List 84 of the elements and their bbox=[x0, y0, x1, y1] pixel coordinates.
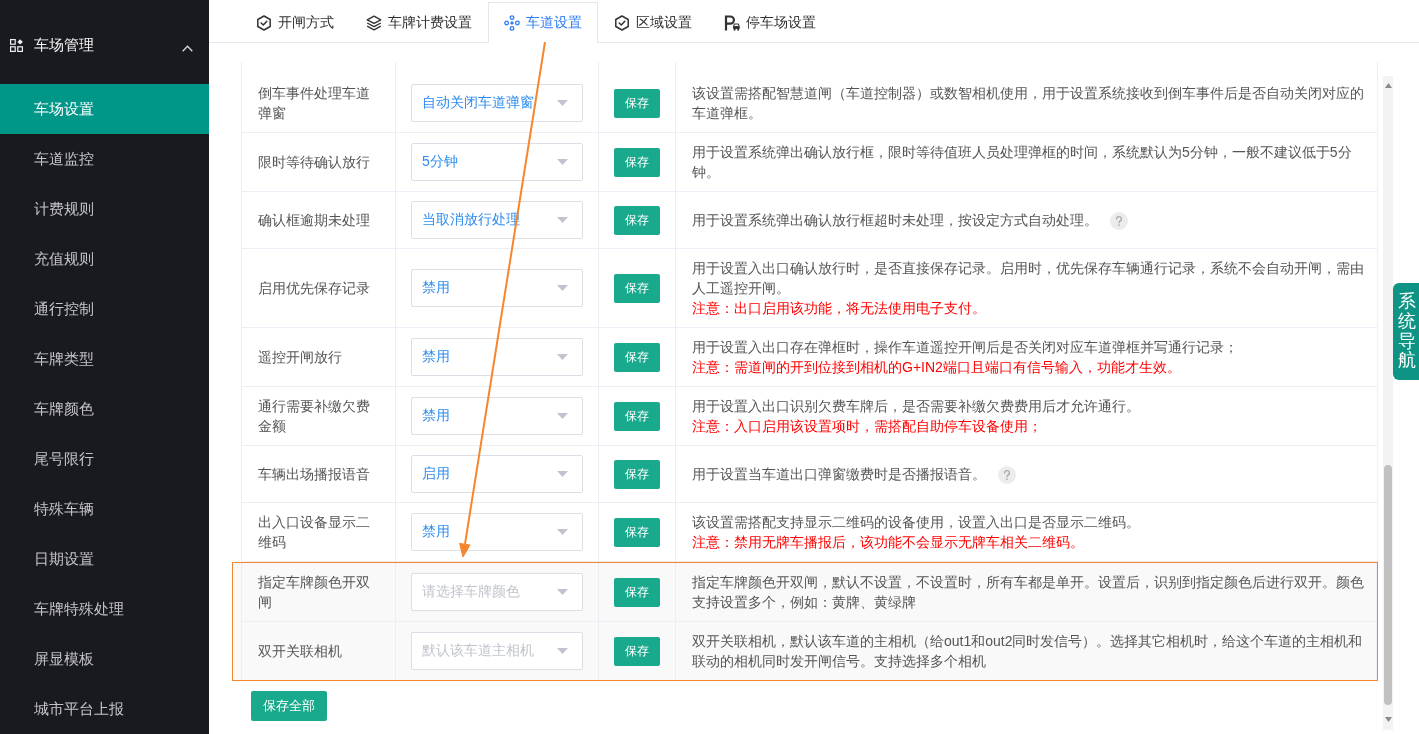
sidebar-group-header[interactable]: 车场管理 bbox=[0, 0, 209, 84]
select-field[interactable]: 禁用 bbox=[411, 397, 583, 435]
nodes-icon bbox=[504, 15, 520, 31]
setting-label: 限时等待确认放行 bbox=[258, 153, 370, 172]
hexagon-check-icon bbox=[614, 14, 630, 31]
select-field[interactable]: 禁用 bbox=[411, 513, 583, 551]
warning-note: 注意：出口启用该功能，将无法使用电子支付。 bbox=[692, 299, 987, 318]
setting-description: 用于设置入出口存在弹框时，操作车道遥控开闸后是否关闭对应车道弹框并写通行记录； bbox=[692, 339, 1238, 355]
save-button[interactable]: 保存 bbox=[614, 205, 660, 235]
setting-label: 遥控开闸放行 bbox=[258, 348, 342, 367]
save-button[interactable]: 保存 bbox=[614, 517, 660, 547]
setting-label: 启用优先保存记录 bbox=[258, 279, 370, 298]
setting-description: 该设置需搭配智慧道闸（车道控制器）或数智相机使用，用于设置系统接收到倒车事件后是否自动关闭对应的车道弹框。 bbox=[692, 85, 1364, 121]
sidebar-item[interactable]: 屏显模板 bbox=[0, 634, 209, 684]
tab[interactable]: 车道设置 bbox=[488, 2, 598, 43]
select-field[interactable]: 5分钟 bbox=[411, 143, 583, 181]
caret-down-icon bbox=[557, 159, 568, 165]
sidebar-item[interactable]: 车牌类型 bbox=[0, 334, 209, 384]
setting-description: 用于设置入出口确认放行时，是否直接保存记录。启用时，优先保存车辆通行记录，系统不会自动开闸，需由人工遥控开闸。 bbox=[692, 260, 1364, 296]
sidebar-item[interactable]: 尾号限行 bbox=[0, 434, 209, 484]
save-button[interactable]: 保存 bbox=[614, 273, 660, 303]
save-button[interactable]: 保存 bbox=[614, 88, 660, 118]
sidebar-item[interactable]: 车场设置 bbox=[0, 84, 209, 134]
sidebar-item[interactable]: 通行控制 bbox=[0, 284, 209, 334]
sidebar-item[interactable]: 计费规则 bbox=[0, 184, 209, 234]
save-button[interactable]: 保存 bbox=[614, 459, 660, 489]
select-field[interactable]: 启用 bbox=[411, 455, 583, 493]
save-button[interactable]: 保存 bbox=[614, 636, 660, 666]
sidebar-item[interactable]: 日期设置 bbox=[0, 534, 209, 584]
select-field[interactable]: 禁用 bbox=[411, 338, 583, 376]
caret-down-icon bbox=[557, 285, 568, 291]
caret-down-icon bbox=[557, 529, 568, 535]
grid-icon bbox=[10, 38, 23, 52]
setting-label: 通行需要补缴欠费金额 bbox=[258, 397, 371, 436]
side-nav-tab[interactable]: 系统导航 bbox=[1393, 283, 1419, 380]
warning-note: 注意：入口启用该设置项时，需搭配自助停车设备使用； bbox=[692, 417, 1043, 436]
sidebar-item[interactable]: 充值规则 bbox=[0, 234, 209, 284]
caret-down-icon bbox=[557, 648, 568, 654]
caret-down-icon bbox=[557, 354, 568, 360]
setting-description: 用于设置当车道出口弹窗缴费时是否播报语音。 bbox=[692, 465, 986, 482]
save-button[interactable]: 保存 bbox=[614, 342, 660, 372]
scroll-up-icon[interactable] bbox=[1384, 83, 1392, 88]
scrollbar-thumb[interactable] bbox=[1384, 465, 1392, 705]
scroll-down-icon[interactable] bbox=[1384, 717, 1392, 722]
save-button[interactable]: 保存 bbox=[614, 147, 660, 177]
save-button[interactable]: 保存 bbox=[614, 401, 660, 431]
tab[interactable]: 停车场设置 bbox=[708, 2, 832, 42]
setting-label: 倒车事件处理车道弹窗 bbox=[258, 84, 371, 123]
warning-note: 注意：禁用无牌车播报后，该功能不会显示无牌车相关二维码。 bbox=[692, 533, 1085, 552]
caret-down-icon bbox=[557, 100, 568, 106]
setting-description: 双开关联相机，默认该车道的主相机（给out1和out2同时发信号）。选择其它相机时，给这个车道的主相机和联动的相机同时发开闸信号。支持选择多个相机 bbox=[692, 633, 1363, 669]
sidebar-item[interactable]: 特殊车辆 bbox=[0, 484, 209, 534]
select-field[interactable]: 自动关闭车道弹窗 bbox=[411, 84, 583, 122]
save-button[interactable]: 保存 bbox=[614, 577, 660, 607]
tab[interactable]: 车牌计费设置 bbox=[350, 2, 488, 42]
setting-description: 用于设置系统弹出确认放行框，限时等待值班人员处理弹框的时间，系统默认为5分钟，一般不建议低于5分钟。 bbox=[692, 144, 1352, 180]
setting-label: 双开关联相机 bbox=[258, 642, 342, 661]
caret-down-icon bbox=[557, 589, 568, 595]
save-all-button[interactable]: 保存全部 bbox=[251, 691, 327, 721]
sidebar-item[interactable]: 城市平台上报 bbox=[0, 684, 209, 734]
caret-down-icon bbox=[557, 471, 568, 477]
help-icon[interactable] bbox=[998, 466, 1016, 485]
warning-note: 注意：需道闸的开到位接到相机的G+IN2端口且端口有信号输入，功能才生效。 bbox=[692, 358, 1182, 377]
setting-label: 出入口设备显示二维码 bbox=[258, 513, 371, 552]
caret-down-icon bbox=[557, 413, 568, 419]
setting-description: 指定车牌颜色开双闸，默认不设置，不设置时，所有车都是单开。设置后，识别到指定颜色后进行双开。颜色支持设置多个，例如：黄牌、黄绿牌 bbox=[692, 574, 1364, 610]
setting-description: 用于设置入出口识别欠费车牌后，是否需要补缴欠费费用后才允许通行。 bbox=[692, 398, 1140, 414]
setting-description: 用于设置系统弹出确认放行框超时未处理，按设定方式自动处理。 bbox=[692, 211, 1098, 228]
sidebar-item[interactable]: 车牌颜色 bbox=[0, 384, 209, 434]
hexagon-check-icon bbox=[256, 14, 272, 31]
scrollbar[interactable] bbox=[1383, 76, 1393, 730]
tab[interactable]: 开闸方式 bbox=[240, 2, 350, 42]
parking-car-icon bbox=[724, 14, 740, 31]
layers-icon bbox=[366, 14, 382, 31]
caret-down-icon bbox=[557, 217, 568, 223]
sidebar-item[interactable]: 车道监控 bbox=[0, 134, 209, 184]
setting-description: 该设置需搭配支持显示二维码的设备使用，设置入出口是否显示二维码。 bbox=[692, 514, 1140, 530]
select-field[interactable]: 禁用 bbox=[411, 269, 583, 307]
setting-label: 车辆出场播报语音 bbox=[258, 465, 370, 484]
sidebar-item[interactable]: 车牌特殊处理 bbox=[0, 584, 209, 634]
setting-label: 确认框逾期未处理 bbox=[258, 211, 370, 230]
setting-label: 指定车牌颜色开双闸 bbox=[258, 573, 371, 612]
tab[interactable]: 区域设置 bbox=[598, 2, 708, 42]
help-icon[interactable] bbox=[1110, 212, 1128, 231]
